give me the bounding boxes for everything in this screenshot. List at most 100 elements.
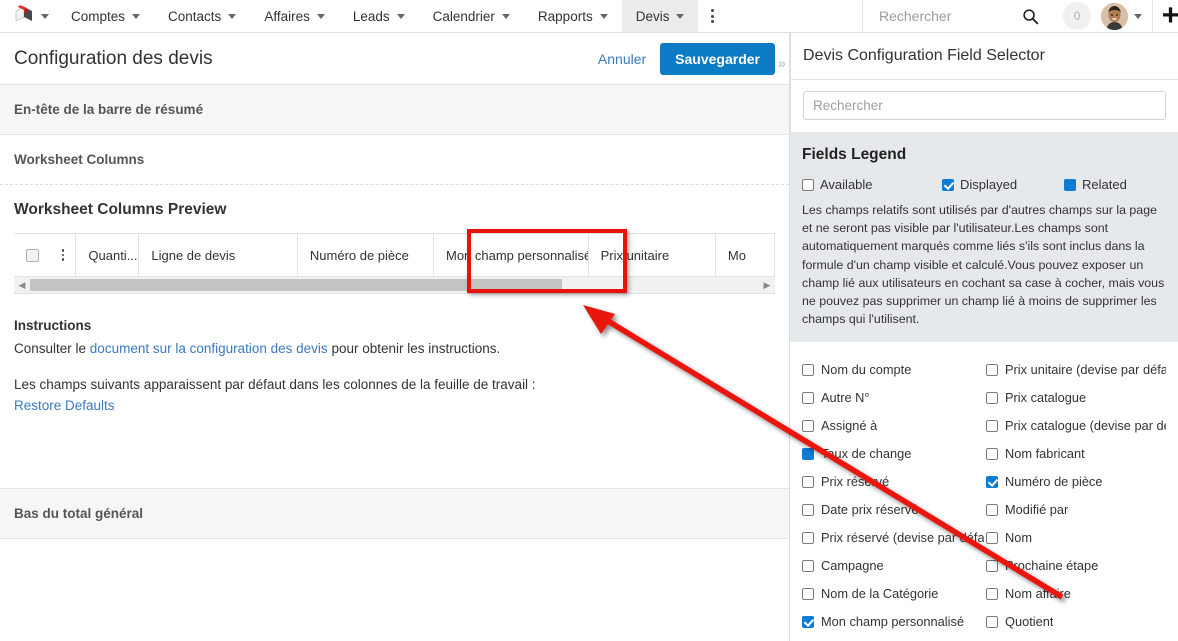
column-header-mon-champ-personnalise[interactable]: Mon champ personnalisé — [434, 234, 589, 276]
field-row-autre-n[interactable]: Autre N° — [802, 384, 984, 412]
nav-item-rapports[interactable]: Rapports — [524, 0, 622, 32]
legend-item-available[interactable]: Available — [802, 177, 942, 192]
field-row-prix-reserve-devise-par-defaut[interactable]: Prix réservé (devise par défaut) — [802, 524, 984, 552]
checkbox-checked-icon[interactable] — [986, 475, 998, 488]
column-header-numero-de-piece[interactable]: Numéro de pièce — [298, 234, 434, 276]
checkbox-icon[interactable] — [986, 447, 998, 460]
field-row-quotient[interactable]: Quotient — [986, 608, 1166, 636]
search-icon[interactable] — [1022, 8, 1039, 25]
column-header-quantite[interactable]: Quanti... — [76, 234, 140, 276]
checkbox-icon[interactable] — [26, 248, 40, 262]
checkbox-related-icon[interactable] — [802, 447, 814, 460]
top-navigation-bar: Comptes Contacts Affaires Leads Calendri… — [0, 0, 1178, 33]
legend-item-displayed[interactable]: Displayed — [942, 177, 1064, 192]
field-row-date-prix-reserve[interactable]: Date prix réservé — [802, 496, 984, 524]
field-row-nom-du-compte[interactable]: Nom du compte — [802, 356, 984, 384]
field-row-nom-de-la-categorie[interactable]: Nom de la Catégorie — [802, 580, 984, 608]
checkbox-icon[interactable] — [986, 503, 998, 516]
checkbox-checked-icon[interactable] — [802, 615, 814, 628]
section-summary-bar-header[interactable]: En-tête de la barre de résumé — [0, 85, 789, 135]
nav-item-comptes[interactable]: Comptes — [57, 0, 154, 32]
restore-defaults-link[interactable]: Restore Defaults — [14, 398, 115, 413]
field-search-input[interactable] — [803, 91, 1166, 120]
section-grand-total-bottom[interactable]: Bas du total général — [0, 489, 789, 539]
checkbox-icon[interactable] — [802, 531, 814, 544]
nav-overflow-kebab-menu-icon[interactable] — [698, 0, 726, 32]
checkbox-icon[interactable] — [802, 419, 814, 432]
row-menu-cell[interactable] — [51, 234, 77, 276]
field-row-assigne-a[interactable]: Assigné à — [802, 412, 984, 440]
worksheet-horizontal-scrollbar[interactable]: ◀ ▶ — [14, 277, 775, 294]
field-row-taux-de-change[interactable]: Taux de change — [802, 440, 984, 468]
scrollbar-track[interactable] — [30, 279, 759, 291]
worksheet-columns-preview: Worksheet Columns Preview Quanti... Lign… — [0, 185, 789, 294]
checkbox-icon[interactable] — [802, 559, 814, 572]
add-new-button[interactable]: + — [1152, 0, 1178, 32]
notification-count: 0 — [1073, 9, 1081, 23]
kebab-menu-icon[interactable] — [61, 249, 65, 261]
nav-item-affaires[interactable]: Affaires — [250, 0, 339, 32]
checkbox-icon[interactable] — [986, 419, 998, 432]
field-row-nom-fabricant[interactable]: Nom fabricant — [986, 440, 1166, 468]
field-row-prix-unitaire-devise-par-defaut[interactable]: Prix unitaire (devise par défau — [986, 356, 1166, 384]
user-avatar-menu[interactable] — [1101, 0, 1152, 32]
field-row-mon-champ-personnalise[interactable]: Mon champ personnalisé — [802, 608, 984, 636]
chevron-left-icon[interactable]: ◀ — [14, 280, 30, 291]
page-title: Configuration des devis — [14, 47, 213, 69]
field-label: Prix réservé (devise par défaut) — [821, 530, 984, 546]
scrollbar-thumb[interactable] — [30, 279, 563, 291]
panel-collapse-chevron-icon[interactable]: » — [778, 55, 786, 71]
field-row-prix-catalogue-devise-par-defaut[interactable]: Prix catalogue (devise par défa — [986, 412, 1166, 440]
field-row-prochaine-etape[interactable]: Prochaine étape — [986, 552, 1166, 580]
save-button[interactable]: Sauvegarder — [660, 42, 775, 75]
global-search-input[interactable] — [877, 7, 1022, 25]
field-row-modifie-par[interactable]: Modifié par — [986, 496, 1166, 524]
nav-item-leads[interactable]: Leads — [339, 0, 419, 32]
quote-config-document-link[interactable]: document sur la configuration des devis — [90, 341, 328, 356]
checkbox-icon[interactable] — [802, 503, 814, 516]
checkbox-icon[interactable] — [986, 363, 998, 376]
field-row-formule-de-pricing[interactable]: Formule de pricing — [986, 636, 1166, 641]
checkbox-icon[interactable] — [802, 475, 814, 488]
chevron-right-icon[interactable]: ▶ — [759, 280, 775, 291]
field-label: Prix réservé — [821, 474, 890, 490]
nav-item-contacts[interactable]: Contacts — [154, 0, 250, 32]
checkbox-icon[interactable] — [986, 615, 998, 628]
legend-item-related[interactable]: Related — [1064, 177, 1127, 192]
checkbox-icon[interactable] — [802, 363, 814, 376]
checkbox-icon[interactable] — [802, 391, 814, 404]
field-row-nom[interactable]: Nom — [986, 524, 1166, 552]
fields-column-left: Nom du compte Autre N° Assigné à Taux de… — [802, 356, 984, 641]
nav-item-calendrier[interactable]: Calendrier — [419, 0, 524, 32]
nav-item-devis[interactable]: Devis — [621, 0, 699, 32]
notification-count-badge[interactable]: 0 — [1063, 2, 1091, 30]
section-worksheet-columns[interactable]: Worksheet Columns — [0, 135, 789, 185]
fields-legend-description: Les champs relatifs sont utilisés par d'… — [802, 203, 1165, 327]
fields-list: Nom du compte Autre N° Assigné à Taux de… — [790, 342, 1178, 641]
field-label: Taux de change — [821, 446, 912, 462]
checkbox-icon[interactable] — [986, 531, 998, 544]
field-row-prix-catalogue[interactable]: Prix catalogue — [986, 384, 1166, 412]
logo-chevron-down-icon[interactable] — [41, 13, 49, 19]
nav-label: Comptes — [71, 8, 126, 24]
column-header-prix-unitaire[interactable]: Prix unitaire — [589, 234, 716, 276]
field-row-nom-du-contact[interactable]: Nom du contact — [802, 636, 984, 641]
column-header-ligne-de-devis[interactable]: Ligne de devis — [139, 234, 298, 276]
checkbox-icon[interactable] — [986, 587, 998, 600]
select-all-cell[interactable] — [14, 234, 51, 276]
column-header-mo[interactable]: Mo — [716, 234, 775, 276]
field-row-numero-de-piece[interactable]: Numéro de pièce — [986, 468, 1166, 496]
field-row-campagne[interactable]: Campagne — [802, 552, 984, 580]
checkbox-icon[interactable] — [802, 587, 814, 600]
checkbox-icon[interactable] — [986, 559, 998, 572]
field-row-nom-affaire[interactable]: Nom affaire — [986, 580, 1166, 608]
cancel-button[interactable]: Annuler — [598, 51, 646, 67]
logo-block[interactable] — [0, 0, 57, 32]
global-search-wrap — [862, 0, 1049, 32]
field-row-prix-reserve[interactable]: Prix réservé — [802, 468, 984, 496]
checkbox-checked-icon — [942, 178, 954, 191]
checkbox-icon[interactable] — [986, 391, 998, 404]
field-label: Assigné à — [821, 418, 878, 434]
field-label: Nom du compte — [821, 362, 912, 378]
chevron-down-icon — [599, 13, 608, 19]
